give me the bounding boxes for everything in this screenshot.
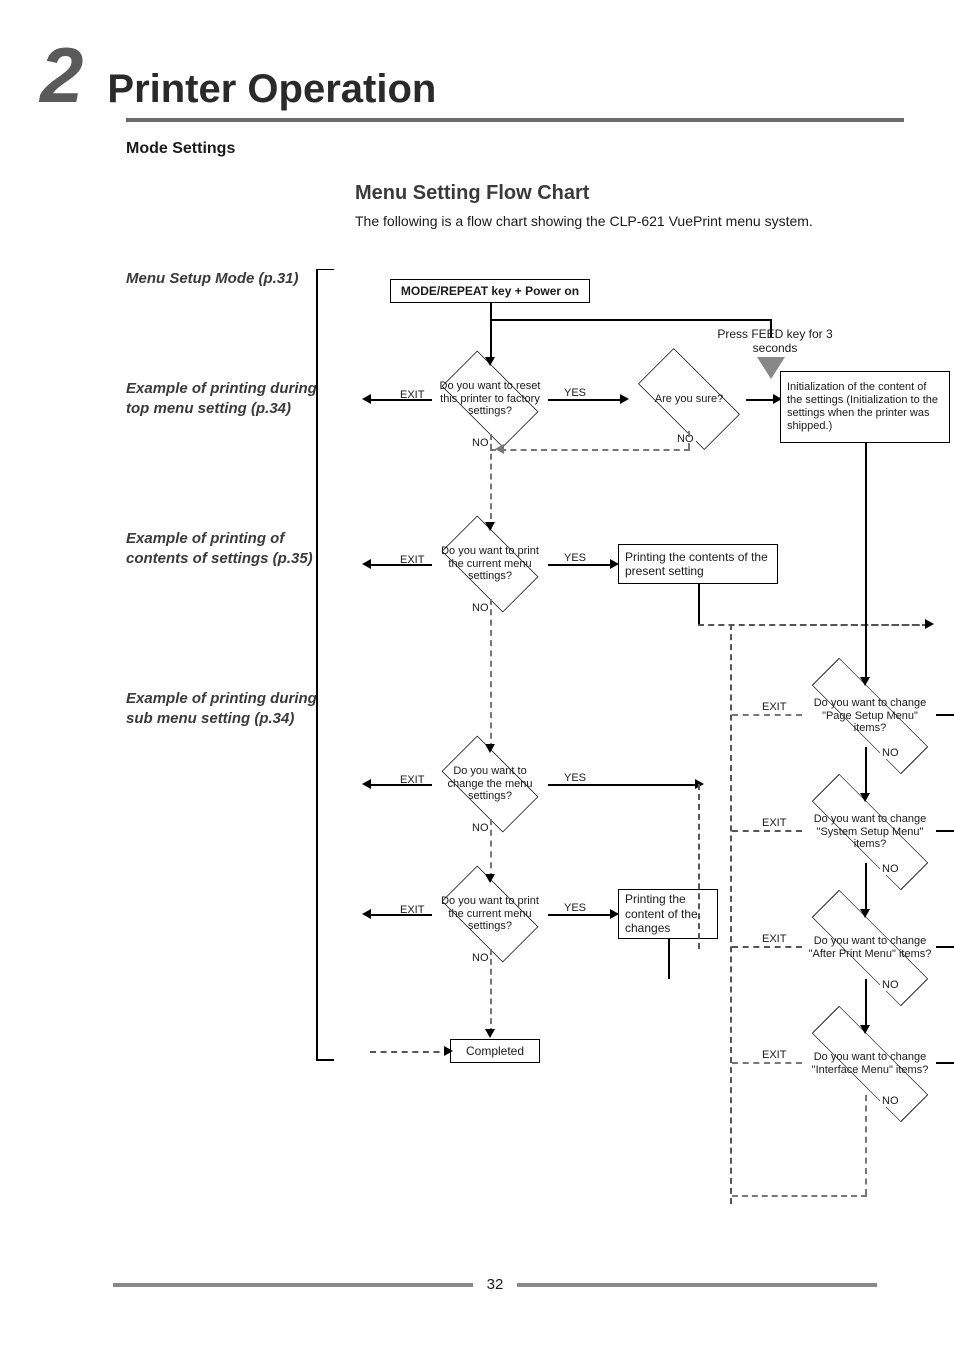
side-note-sub-menu: Example of printing during sub menu sett… [126, 689, 321, 728]
decision-s3-text: Do you want to change "After Print Menu"… [808, 935, 932, 960]
node-start: MODE/REPEAT key + Power on [390, 279, 590, 303]
label-no-5: NO [470, 952, 491, 964]
decision-print-current: Do you want to print the current menu se… [430, 529, 550, 599]
bracket-bottom [316, 1059, 334, 1061]
label-no-4: NO [470, 822, 491, 834]
label-no: NO [470, 437, 491, 449]
label-no-s4: NO [880, 1095, 901, 1107]
decision-page-setup: Do you want to change "Page Setup Menu" … [800, 681, 940, 751]
section-title: Menu Setting Flow Chart [355, 182, 904, 205]
label-no-s2: NO [880, 863, 901, 875]
decision-print2-text: Do you want to print the current menu se… [438, 895, 542, 933]
footer-line [113, 1283, 473, 1287]
bracket-line [316, 269, 318, 1059]
footer-line [517, 1283, 877, 1287]
side-note-contents: Example of printing of contents of setti… [126, 529, 321, 568]
label-no-3: NO [470, 602, 491, 614]
feed-note: Press FEED key for 3 seconds [710, 327, 840, 356]
subtitle: Mode Settings [126, 140, 904, 158]
node-print-contents: Printing the contents of the present set… [618, 544, 778, 584]
decision-change-text: Do you want to change the menu settings? [438, 765, 542, 803]
label-yes-3: YES [562, 772, 588, 784]
decision-s2-text: Do you want to change "System Setup Menu… [808, 813, 932, 851]
decision-s4-text: Do you want to change "Interface Menu" i… [808, 1051, 932, 1076]
decision-sure: Are you sure? [624, 364, 754, 434]
label-no-s3: NO [880, 979, 901, 991]
label-yes-2: YES [562, 552, 588, 564]
label-no-2: NO [675, 433, 696, 445]
side-note-top-menu: Example of printing during top menu sett… [126, 379, 321, 418]
decision-change-menu: Do you want to change the menu settings? [430, 749, 550, 819]
decision-sure-text: Are you sure? [655, 393, 723, 406]
label-exit-s2: EXIT [760, 817, 788, 829]
decision-interface: Do you want to change "Interface Menu" i… [800, 1029, 940, 1099]
page-number: 32 [487, 1276, 504, 1293]
accent-line [126, 118, 904, 122]
bracket [316, 269, 334, 287]
label-no-s1: NO [880, 747, 901, 759]
section-desc: The following is a flow chart showing th… [355, 213, 904, 229]
label-yes-4: YES [562, 902, 588, 914]
side-note-menu-setup: Menu Setup Mode (p.31) [126, 269, 321, 289]
node-completed: Completed [450, 1039, 540, 1063]
page-footer: 32 [0, 1276, 954, 1293]
chapter-number: 2 [40, 40, 83, 110]
decision-system-setup: Do you want to change "System Setup Menu… [800, 797, 940, 867]
flowchart: MODE/REPEAT key + Power on Press FEED ke… [340, 249, 954, 1229]
decision-reset-text: Do you want to reset this printer to fac… [438, 380, 542, 418]
decision-s1-text: Do you want to change "Page Setup Menu" … [808, 697, 932, 735]
label-exit-s1: EXIT [760, 701, 788, 713]
label-exit-s4: EXIT [760, 1049, 788, 1061]
decision-reset: Do you want to reset this printer to fac… [430, 364, 550, 434]
decision-print-again: Do you want to print the current menu se… [430, 879, 550, 949]
node-print-changes: Printing the content of the changes [618, 889, 718, 939]
label-yes: YES [562, 387, 588, 399]
decision-after-print: Do you want to change "After Print Menu"… [800, 913, 940, 983]
node-init: Initialization of the content of the set… [780, 371, 950, 443]
label-exit-s3: EXIT [760, 933, 788, 945]
chapter-title: Printer Operation [107, 67, 436, 112]
decision-print-text: Do you want to print the current menu se… [438, 545, 542, 583]
